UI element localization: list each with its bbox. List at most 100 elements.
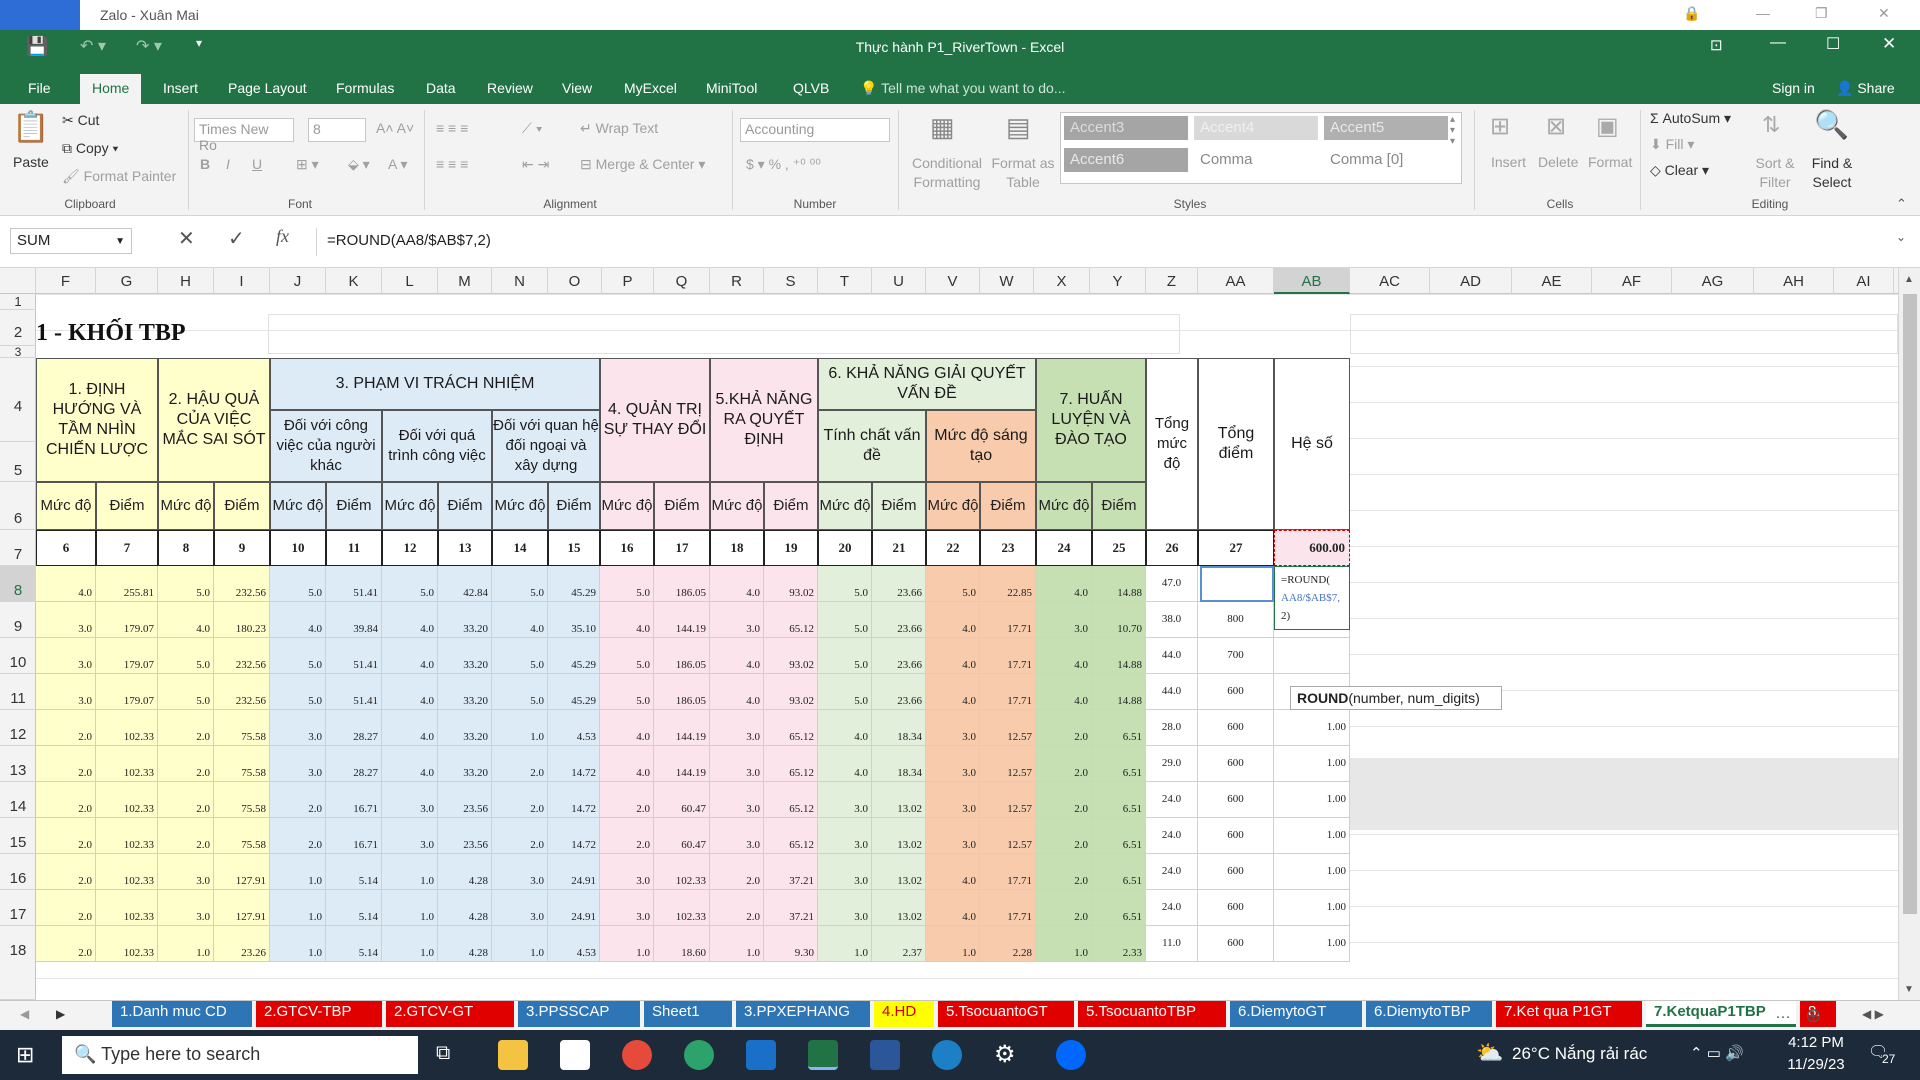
table-cell[interactable]: 29.0 bbox=[1146, 746, 1198, 782]
table-cell[interactable]: 2.0 bbox=[36, 890, 96, 926]
row-header[interactable]: 17 bbox=[0, 890, 36, 926]
tab-insert[interactable]: Insert bbox=[163, 80, 198, 96]
table-cell[interactable]: 144.19 bbox=[654, 602, 710, 638]
table-cell[interactable]: 24.0 bbox=[1146, 854, 1198, 890]
format-cells-icon[interactable]: ▣ bbox=[1596, 112, 1619, 141]
table-cell[interactable]: 13.02 bbox=[872, 890, 926, 926]
table-cell[interactable]: 65.12 bbox=[764, 602, 818, 638]
table-cell[interactable]: 1.00 bbox=[1274, 926, 1350, 962]
table-cell[interactable]: 1.00 bbox=[1274, 782, 1350, 818]
row-header[interactable]: 10 bbox=[0, 638, 36, 674]
delete-cells-button[interactable]: Delete bbox=[1538, 154, 1578, 170]
table-cell[interactable]: 3.0 bbox=[36, 674, 96, 710]
sheet-tab[interactable]: 6.DiemytoTBP bbox=[1366, 1001, 1492, 1027]
table-cell[interactable]: 6.51 bbox=[1092, 782, 1146, 818]
expand-formula-icon[interactable]: ⌄ bbox=[1896, 230, 1906, 244]
lock-icon[interactable]: 🔒 bbox=[1683, 5, 1700, 22]
table-cell[interactable]: 24.0 bbox=[1146, 818, 1198, 854]
table-cell[interactable]: 44.0 bbox=[1146, 674, 1198, 710]
table-cell[interactable]: 3.0 bbox=[926, 710, 980, 746]
table-cell[interactable]: 24.91 bbox=[548, 854, 600, 890]
table-cell[interactable]: 11.0 bbox=[1146, 926, 1198, 962]
table-cell[interactable]: 1.0 bbox=[382, 890, 438, 926]
table-cell[interactable]: 10.70 bbox=[1092, 602, 1146, 638]
paste-button[interactable]: Paste bbox=[13, 154, 49, 170]
table-cell[interactable]: 600 bbox=[1198, 782, 1274, 818]
table-cell[interactable]: 44.0 bbox=[1146, 638, 1198, 674]
table-cell[interactable]: 12.57 bbox=[980, 710, 1036, 746]
italic-button[interactable]: I bbox=[226, 156, 230, 172]
table-cell[interactable]: 33.20 bbox=[438, 602, 492, 638]
table-cell[interactable]: 102.33 bbox=[654, 890, 710, 926]
currency-icon[interactable]: $ ▾ % , ⁺⁰ ⁰⁰ bbox=[746, 156, 821, 173]
table-cell[interactable]: 5.14 bbox=[326, 854, 382, 890]
table-cell[interactable]: 2.0 bbox=[1036, 782, 1092, 818]
table-cell[interactable]: 5.0 bbox=[270, 638, 326, 674]
column-number-cell[interactable]: 17 bbox=[654, 530, 710, 566]
col-header[interactable]: Z bbox=[1146, 268, 1198, 294]
row-header[interactable]: 13 bbox=[0, 746, 36, 782]
sheet-tab[interactable]: Sheet1 bbox=[644, 1001, 732, 1027]
table-cell[interactable]: 16.71 bbox=[326, 782, 382, 818]
table-cell[interactable]: 1.0 bbox=[382, 926, 438, 962]
tab-qlvb[interactable]: QLVB bbox=[793, 80, 829, 96]
table-cell[interactable]: 37.21 bbox=[764, 854, 818, 890]
table-cell[interactable]: 232.56 bbox=[214, 638, 270, 674]
table-cell[interactable]: 75.58 bbox=[214, 746, 270, 782]
tab-formulas[interactable]: Formulas bbox=[336, 80, 394, 96]
insert-cells-icon[interactable]: ⊞ bbox=[1490, 112, 1510, 141]
col-header[interactable]: AF bbox=[1592, 268, 1672, 294]
table-cell[interactable]: 24.0 bbox=[1146, 890, 1198, 926]
table-cell[interactable]: 102.33 bbox=[96, 746, 158, 782]
table-cell[interactable]: 45.29 bbox=[548, 638, 600, 674]
table-cell[interactable]: 600 bbox=[1198, 674, 1274, 710]
column-number-cell[interactable]: 26 bbox=[1146, 530, 1198, 566]
vertical-scrollbar[interactable]: ▲ ▼ bbox=[1898, 268, 1920, 1000]
cancel-icon[interactable]: ✕ bbox=[178, 226, 195, 251]
tooltip-function[interactable]: ROUND bbox=[1297, 690, 1348, 706]
table-cell[interactable]: 4.0 bbox=[270, 602, 326, 638]
table-cell[interactable]: 102.33 bbox=[96, 890, 158, 926]
col-header[interactable]: AD bbox=[1430, 268, 1512, 294]
table-cell[interactable]: 5.0 bbox=[492, 566, 548, 602]
table-cell[interactable]: 23.26 bbox=[214, 926, 270, 962]
table-cell[interactable]: 600 bbox=[1198, 710, 1274, 746]
tab-page-layout[interactable]: Page Layout bbox=[228, 80, 307, 96]
table-cell[interactable]: 14.72 bbox=[548, 818, 600, 854]
scroll-tabs-icon[interactable]: ◀ ▶ bbox=[1862, 1007, 1884, 1021]
table-cell[interactable]: 12.57 bbox=[980, 818, 1036, 854]
column-number-cell[interactable]: 14 bbox=[492, 530, 548, 566]
tell-me-box[interactable]: 💡 Tell me what you want to do... bbox=[860, 80, 1066, 97]
table-cell[interactable]: 2.0 bbox=[36, 710, 96, 746]
table-cell[interactable]: 35.10 bbox=[548, 602, 600, 638]
table-cell[interactable]: 3.0 bbox=[926, 746, 980, 782]
windows-start-icon[interactable]: ⊞ bbox=[16, 1042, 34, 1068]
sheet-tab[interactable]: 1.Danh muc CD bbox=[112, 1001, 252, 1027]
table-cell[interactable]: 5.0 bbox=[382, 566, 438, 602]
table-cell[interactable]: 17.71 bbox=[980, 638, 1036, 674]
table-cell[interactable]: 16.71 bbox=[326, 818, 382, 854]
table-cell[interactable]: 33.20 bbox=[438, 638, 492, 674]
col-header[interactable]: F bbox=[36, 268, 96, 294]
number-format-box[interactable]: Accounting bbox=[740, 118, 890, 142]
tab-data[interactable]: Data bbox=[426, 80, 456, 96]
table-cell[interactable]: 232.56 bbox=[214, 566, 270, 602]
row-header[interactable]: 5 bbox=[0, 442, 36, 482]
active-cell-editor[interactable]: =ROUND( AA8/$AB$7, 2) bbox=[1274, 566, 1350, 630]
tab-file[interactable]: File bbox=[28, 80, 51, 96]
table-cell[interactable]: 23.66 bbox=[872, 674, 926, 710]
table-cell[interactable]: 4.0 bbox=[926, 854, 980, 890]
table-cell[interactable]: 39.84 bbox=[326, 602, 382, 638]
table-cell[interactable]: 3.0 bbox=[270, 710, 326, 746]
table-cell[interactable]: 51.41 bbox=[326, 566, 382, 602]
table-cell[interactable]: 18.34 bbox=[872, 710, 926, 746]
chrome-icon[interactable] bbox=[622, 1040, 652, 1070]
clock-date[interactable]: 11/29/23 bbox=[1784, 1056, 1848, 1073]
table-cell[interactable]: 4.28 bbox=[438, 926, 492, 962]
table-cell[interactable]: 5.0 bbox=[600, 674, 654, 710]
table-cell[interactable]: 4.0 bbox=[710, 674, 764, 710]
table-cell[interactable]: 12.57 bbox=[980, 746, 1036, 782]
more-sheets-icon[interactable]: … bbox=[1775, 1005, 1791, 1023]
sheet-tab[interactable]: 3.PPXEPHANG bbox=[736, 1001, 870, 1027]
table-cell[interactable]: 2.0 bbox=[710, 890, 764, 926]
